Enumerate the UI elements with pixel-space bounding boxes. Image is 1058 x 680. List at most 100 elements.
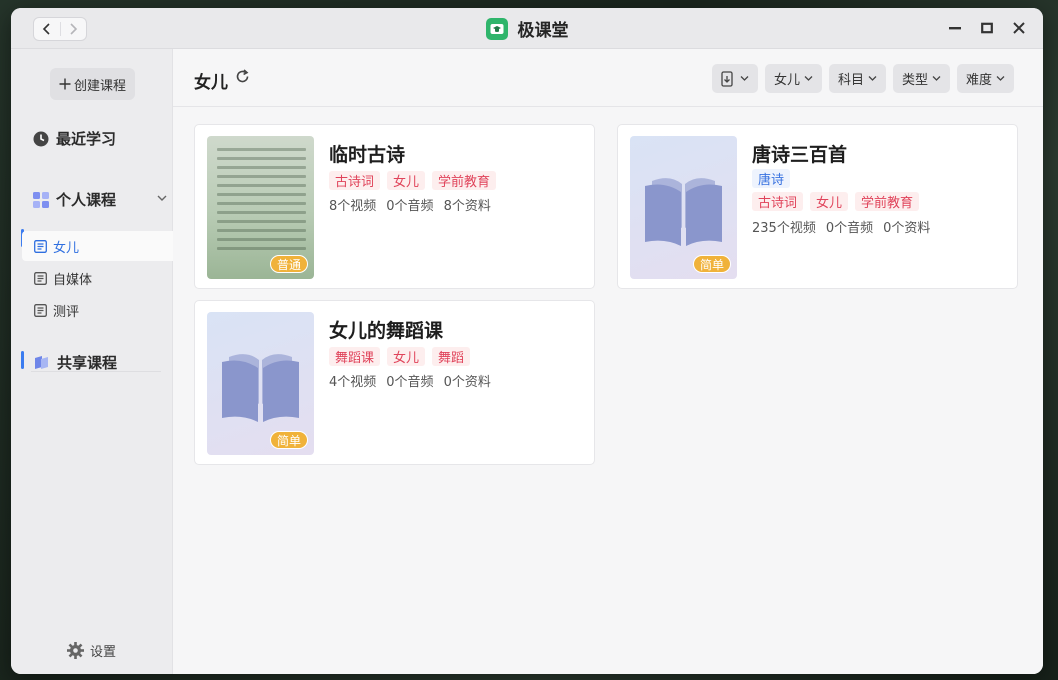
audio-count: 0个音频 xyxy=(386,375,434,390)
level-badge: 简单 xyxy=(692,255,731,273)
clock-icon xyxy=(33,131,49,146)
app-logo-icon xyxy=(485,17,508,40)
difficulty-filter[interactable]: 难度 xyxy=(956,64,1014,93)
video-count: 235个视频 xyxy=(752,221,816,236)
material-count: 0个资料 xyxy=(443,375,491,390)
section-marker xyxy=(21,351,24,369)
sidebar-item-recent[interactable]: 最近学习 xyxy=(33,128,116,149)
sidebar-item-evaluation[interactable]: 测评 xyxy=(22,295,173,325)
material-count: 0个资料 xyxy=(883,221,931,236)
sidebar-item-label: 最近学习 xyxy=(56,130,117,148)
course-tag: 唐诗 xyxy=(752,169,791,188)
maximize-icon xyxy=(981,22,993,34)
course-stats: 235个视频 0个音频 0个资料 xyxy=(752,217,930,236)
window-title: 极课堂 xyxy=(11,8,1043,49)
filter-label: 女儿 xyxy=(773,73,800,88)
sidebar-item-label: 女儿 xyxy=(53,240,80,256)
level-badge: 普通 xyxy=(269,255,308,273)
import-filter-button[interactable] xyxy=(711,64,758,93)
tag-row: 古诗词 女儿 学前教育 xyxy=(752,192,920,211)
chevron-down-icon[interactable] xyxy=(157,194,167,202)
title-bar: 极课堂 xyxy=(11,8,1043,49)
app-window: 极课堂 创建课程 最近学习 个人课程 女儿 自媒体 测评 共享课程 设置 女儿 … xyxy=(11,8,1043,674)
settings-button[interactable]: 设置 xyxy=(67,641,116,660)
forward-button[interactable] xyxy=(61,18,87,40)
document-icon xyxy=(34,303,47,317)
course-tag: 学前教育 xyxy=(432,171,497,190)
level-badge: 简单 xyxy=(269,431,308,449)
import-icon xyxy=(721,70,733,87)
nav-button-group xyxy=(33,17,87,41)
sidebar-section-shared[interactable]: 共享课程 xyxy=(33,352,117,373)
course-card[interactable]: 简单 女儿的舞蹈课 舞蹈课 女儿 舞蹈 4个视频 0个音频 0个资料 xyxy=(194,300,595,465)
sidebar-section-personal[interactable]: 个人课程 xyxy=(33,189,116,210)
window-controls xyxy=(945,18,1029,38)
chevron-down-icon xyxy=(868,76,877,81)
plus-icon xyxy=(59,78,71,90)
course-tag: 舞蹈 xyxy=(432,347,471,366)
subject-filter[interactable]: 科目 xyxy=(828,64,886,93)
course-tag: 古诗词 xyxy=(752,192,804,211)
create-course-button[interactable]: 创建课程 xyxy=(50,68,135,100)
sidebar-item-self-media[interactable]: 自媒体 xyxy=(22,263,173,293)
course-cover-image: 简单 xyxy=(207,312,314,455)
course-tag: 学前教育 xyxy=(855,192,920,211)
app-title: 极课堂 xyxy=(517,21,569,41)
page-title: 女儿 xyxy=(194,73,228,93)
chevron-down-icon xyxy=(996,76,1005,81)
grid-icon xyxy=(33,191,49,208)
course-tag: 古诗词 xyxy=(329,171,381,190)
chevron-down-icon xyxy=(740,76,749,81)
sidebar-item-label: 测评 xyxy=(53,304,80,320)
filter-label: 类型 xyxy=(901,73,928,88)
video-count: 4个视频 xyxy=(329,375,377,390)
tag-row: 唐诗 xyxy=(752,169,791,188)
material-count: 8个资料 xyxy=(443,199,491,214)
filter-label: 科目 xyxy=(837,73,864,88)
filter-label: 难度 xyxy=(965,73,992,88)
category-filter[interactable]: 女儿 xyxy=(764,64,822,93)
minimize-button[interactable] xyxy=(945,18,965,38)
course-title: 女儿的舞蹈课 xyxy=(329,320,444,342)
course-cover-image: 简单 xyxy=(630,136,737,279)
document-icon xyxy=(34,271,47,285)
gear-icon xyxy=(67,642,84,659)
course-tag: 舞蹈课 xyxy=(329,347,381,366)
maximize-button[interactable] xyxy=(977,18,997,38)
settings-label: 设置 xyxy=(90,645,117,660)
main-content: 女儿 女儿 科目 类型 难度 普通 临时古诗 古诗词 女儿 学前教育 8个视频 … xyxy=(173,49,1043,674)
course-tag: 女儿 xyxy=(387,347,426,366)
type-filter[interactable]: 类型 xyxy=(892,64,950,93)
course-card[interactable]: 普通 临时古诗 古诗词 女儿 学前教育 8个视频 0个音频 8个资料 xyxy=(194,124,595,289)
minimize-icon xyxy=(949,27,961,30)
course-stats: 8个视频 0个音频 8个资料 xyxy=(329,195,491,214)
back-button[interactable] xyxy=(34,18,60,40)
course-title: 唐诗三百首 xyxy=(752,144,848,166)
course-title: 临时古诗 xyxy=(329,144,406,166)
course-stats: 4个视频 0个音频 0个资料 xyxy=(329,371,491,390)
create-course-label: 创建课程 xyxy=(73,78,126,94)
audio-count: 0个音频 xyxy=(386,199,434,214)
chevron-right-icon xyxy=(70,23,78,35)
filter-bar: 女儿 科目 类型 难度 xyxy=(711,64,1014,93)
course-cover-image: 普通 xyxy=(207,136,314,279)
sidebar: 创建课程 最近学习 个人课程 女儿 自媒体 测评 共享课程 设置 xyxy=(11,49,173,674)
sidebar-item-label: 自媒体 xyxy=(53,272,93,288)
tag-row: 舞蹈课 女儿 舞蹈 xyxy=(329,347,471,366)
chevron-left-icon xyxy=(42,23,50,35)
course-tag: 女儿 xyxy=(810,192,849,211)
close-icon xyxy=(1013,22,1025,34)
sidebar-item-label: 共享课程 xyxy=(57,354,118,372)
sidebar-item-daughter[interactable]: 女儿 xyxy=(22,231,173,261)
main-header: 女儿 女儿 科目 类型 难度 xyxy=(173,49,1043,107)
sidebar-item-label: 个人课程 xyxy=(56,191,117,209)
refresh-icon[interactable] xyxy=(235,69,250,84)
course-tag: 女儿 xyxy=(387,171,426,190)
document-icon xyxy=(34,239,47,253)
course-card[interactable]: 简单 唐诗三百首 唐诗 古诗词 女儿 学前教育 235个视频 0个音频 0个资料 xyxy=(617,124,1018,289)
chevron-down-icon xyxy=(932,76,941,81)
close-button[interactable] xyxy=(1009,18,1029,38)
tag-row: 古诗词 女儿 学前教育 xyxy=(329,171,497,190)
video-count: 8个视频 xyxy=(329,199,377,214)
shared-icon xyxy=(35,356,48,369)
